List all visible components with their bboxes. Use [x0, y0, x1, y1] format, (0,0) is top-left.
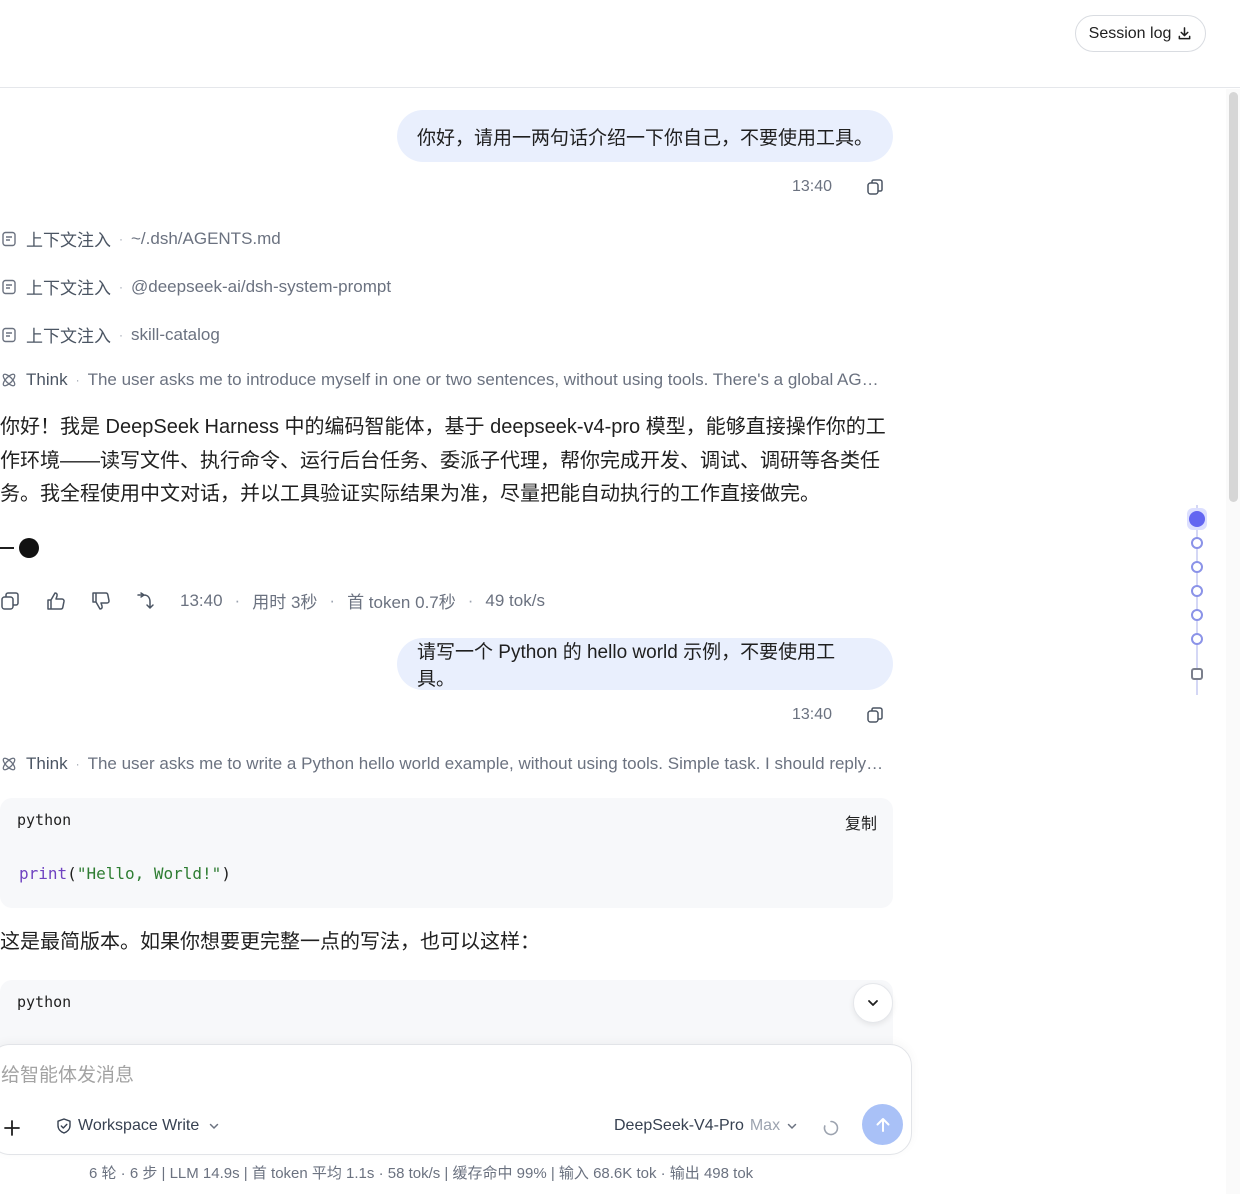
branch-icon[interactable]: [135, 590, 157, 612]
thumbs-up-icon[interactable]: [45, 590, 67, 612]
permission-mode-label: Workspace Write: [78, 1117, 200, 1134]
message-input[interactable]: [1, 1059, 801, 1093]
model-label: DeepSeek-V4-Pro: [614, 1117, 744, 1134]
session-log-label: Session log: [1088, 24, 1172, 42]
message-meta: 13:40: [792, 177, 885, 197]
top-header: Session log: [0, 0, 1240, 88]
copy-icon[interactable]: [865, 705, 885, 725]
answer-first-token: 首 token 0.7秒: [347, 593, 456, 612]
copy-icon[interactable]: [865, 177, 885, 197]
code-token-string: "Hello, World!": [76, 864, 222, 883]
code-token-function: print: [19, 864, 68, 883]
document-icon: [2, 231, 16, 246]
context-injection-row[interactable]: 上下文注入 · @deepseek-ai/dsh-system-prompt: [0, 274, 391, 299]
chevron-down-icon: [209, 1123, 219, 1130]
chevron-down-icon: [787, 1123, 797, 1130]
separator-dot: ·: [234, 590, 241, 610]
code-language: python: [17, 811, 72, 829]
user-message-text: 请写一个 Python 的 hello world 示例，不要使用工具。: [417, 642, 836, 690]
context-injection-row[interactable]: 上下文注入 · ~/.dsh/AGENTS.md: [0, 226, 281, 251]
timeline-node[interactable]: [1191, 561, 1203, 573]
separator-dot: ·: [119, 327, 123, 342]
timeline-node[interactable]: [1191, 609, 1203, 621]
add-attachment-button[interactable]: [0, 1115, 25, 1141]
model-select[interactable]: DeepSeek-V4-Pro Max: [614, 1117, 798, 1135]
streaming-indicator: [0, 538, 39, 558]
think-summary: The user asks me to introduce myself in …: [87, 370, 888, 389]
arrow-up-icon: [876, 1117, 889, 1132]
permission-mode-select[interactable]: Workspace Write: [55, 1117, 220, 1135]
think-label: Think: [26, 370, 68, 389]
separator-dot: ·: [75, 757, 80, 771]
assistant-paragraph: 这是最简版本。如果你想要更完整一点的写法，也可以这样：: [0, 931, 540, 953]
timeline-track: [1196, 505, 1198, 695]
assistant-answer: 你好！我是 DeepSeek Harness 中的编码智能体，基于 deepse…: [0, 416, 886, 505]
separator-dot: ·: [75, 373, 80, 387]
timeline-node[interactable]: [1191, 633, 1203, 645]
separator-dot: ·: [119, 231, 123, 246]
user-message-bubble: 你好，请用一两句话介绍一下你自己，不要使用工具。: [397, 110, 893, 162]
separator-dot: ·: [119, 279, 123, 294]
user-message-bubble: 请写一个 Python 的 hello world 示例，不要使用工具。: [397, 638, 893, 690]
message-meta: 13:40: [792, 705, 885, 725]
user-message-text: 你好，请用一两句话介绍一下你自己，不要使用工具。: [417, 127, 874, 149]
loading-spinner-icon: [823, 1120, 839, 1136]
atom-icon: [2, 757, 16, 771]
separator-dot: ·: [329, 590, 336, 610]
context-label: 上下文注入: [26, 231, 111, 250]
context-injection-row[interactable]: 上下文注入 · skill-catalog: [0, 322, 220, 347]
download-icon: [1178, 27, 1191, 40]
separator-dot: ·: [467, 590, 474, 610]
cursor-dot: [19, 538, 39, 558]
code-block: python 复制 print("Hello, World!"): [0, 798, 893, 908]
answer-time: 13:40: [180, 590, 223, 610]
shield-check-icon: [57, 1118, 71, 1134]
timeline-end-icon[interactable]: [1191, 668, 1203, 680]
message-composer: Workspace Write DeepSeek-V4-Pro Max: [0, 1044, 912, 1155]
document-icon: [2, 279, 16, 294]
document-icon: [2, 327, 16, 342]
context-label: 上下文注入: [26, 327, 111, 346]
timeline-node[interactable]: [1191, 537, 1203, 549]
scrollbar-thumb[interactable]: [1229, 92, 1238, 502]
atom-icon: [2, 373, 16, 387]
session-log-button[interactable]: Session log: [1075, 15, 1206, 52]
think-summary: The user asks me to write a Python hello…: [87, 754, 888, 773]
answer-duration: 用时 3秒: [252, 593, 318, 612]
code-token-paren: ): [221, 864, 231, 883]
context-value: ~/.dsh/AGENTS.md: [131, 228, 281, 248]
think-row[interactable]: Think · The user asks me to write a Pyth…: [0, 754, 888, 774]
answer-actions: 13:40 · 用时 3秒 · 首 token 0.7秒 · 49 tok/s: [0, 588, 545, 613]
chevron-down-icon: [868, 1000, 878, 1006]
model-tier: Max: [749, 1117, 781, 1134]
think-row[interactable]: Think · The user asks me to introduce my…: [0, 370, 888, 390]
message-time: 13:40: [792, 706, 833, 723]
context-value: @deepseek-ai/dsh-system-prompt: [131, 276, 392, 296]
timeline-node-active[interactable]: [1189, 511, 1205, 527]
session-status-bar: 6 轮 · 6 步 | LLM 14.9s | 首 token 平均 1.1s …: [89, 1165, 754, 1182]
thumbs-down-icon[interactable]: [90, 590, 112, 612]
timeline-node[interactable]: [1191, 585, 1203, 597]
code-token-paren: (: [67, 864, 77, 883]
message-time: 13:40: [792, 178, 833, 195]
code-copy-button[interactable]: 复制: [845, 810, 877, 834]
context-label: 上下文注入: [26, 279, 111, 298]
code-language: python: [17, 993, 72, 1011]
scroll-to-bottom-button[interactable]: [853, 983, 893, 1023]
context-value: skill-catalog: [131, 324, 220, 344]
cursor-dash: [0, 547, 14, 549]
code-line: print("Hello, World!"): [19, 864, 231, 883]
answer-speed: 49 tok/s: [485, 590, 545, 610]
send-button[interactable]: [862, 1104, 903, 1145]
think-label: Think: [26, 754, 68, 773]
copy-icon[interactable]: [0, 590, 22, 612]
plus-icon: [4, 1120, 20, 1136]
